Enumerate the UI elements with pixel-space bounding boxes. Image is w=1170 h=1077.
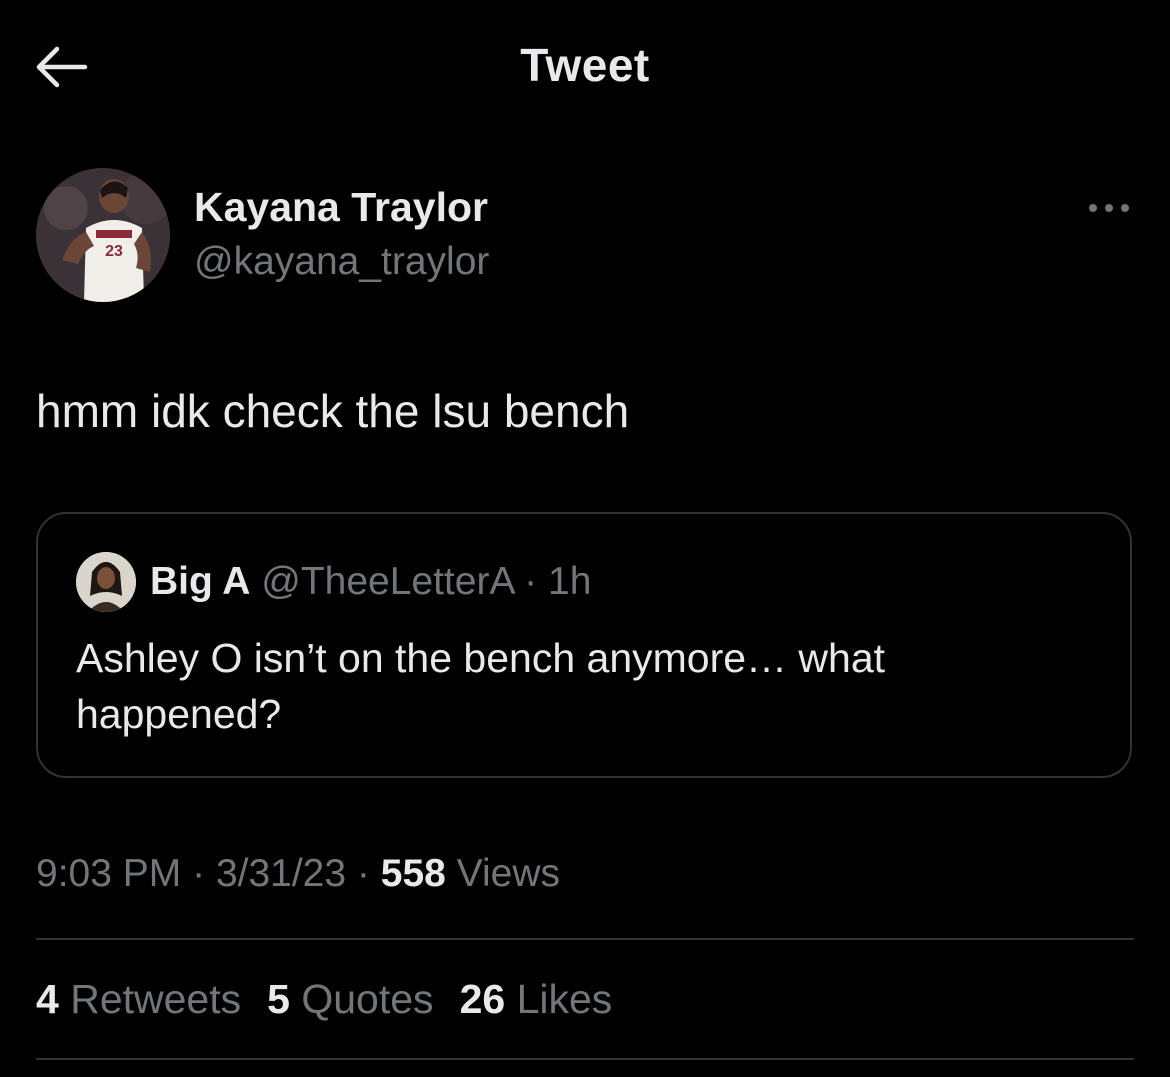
tweet-date[interactable]: 3/31/23 [216, 852, 346, 895]
more-options-button[interactable] [1082, 192, 1136, 224]
svg-text:23: 23 [105, 243, 123, 260]
divider [36, 938, 1134, 940]
likes-count: 26 [459, 976, 506, 1022]
quoted-author-avatar [76, 552, 136, 612]
retweets-stat[interactable]: 4 Retweets [36, 976, 241, 1023]
likes-label: Likes [516, 976, 613, 1022]
quoted-tweet-header: Big A @TheeLetterA · 1h [150, 560, 591, 604]
tweet-time[interactable]: 9:03 PM [36, 852, 181, 895]
timestamp-separator: · [192, 852, 206, 895]
page-title: Tweet [520, 39, 650, 91]
top-bar: Tweet [0, 0, 1170, 135]
tweet-author: 23 Kayana Traylor @kayana_traylor [36, 168, 1136, 308]
views-count: 558 [380, 852, 446, 895]
quoted-tweet-text: Ashley O isn’t on the bench anymore… wha… [76, 635, 886, 737]
profile-photo [76, 552, 136, 612]
quotes-label: Quotes [301, 976, 434, 1022]
tweet-text: hmm idk check the lsu bench [36, 385, 630, 437]
quoted-tweet-card[interactable]: Big A @TheeLetterA · 1h Ashley O isn’t o… [36, 512, 1132, 778]
likes-stat[interactable]: 26 Likes [460, 976, 613, 1023]
profile-photo: 23 [36, 168, 170, 302]
quoted-age: 1h [548, 560, 592, 603]
quoted-handle: @TheeLetterA [261, 560, 514, 603]
author-handle[interactable]: @kayana_traylor [194, 240, 489, 284]
timestamp-separator: · [356, 852, 370, 895]
author-avatar[interactable]: 23 [36, 168, 170, 302]
engagement-stats: 4 Retweets 5 Quotes 26 Likes [36, 976, 638, 1023]
tweet-timestamp-row: 9:03 PM · 3/31/23 · 558 Views [36, 852, 560, 896]
retweets-count: 4 [36, 976, 59, 1022]
retweets-label: Retweets [70, 976, 242, 1022]
quotes-stat[interactable]: 5 Quotes [267, 976, 433, 1023]
divider [36, 1058, 1134, 1060]
views-label: Views [456, 852, 560, 895]
quoted-display-name: Big A [150, 560, 251, 603]
author-display-name[interactable]: Kayana Traylor [194, 184, 488, 231]
ellipsis-icon [1089, 204, 1129, 212]
quoted-separator: · [524, 560, 538, 603]
quotes-count: 5 [267, 976, 290, 1022]
